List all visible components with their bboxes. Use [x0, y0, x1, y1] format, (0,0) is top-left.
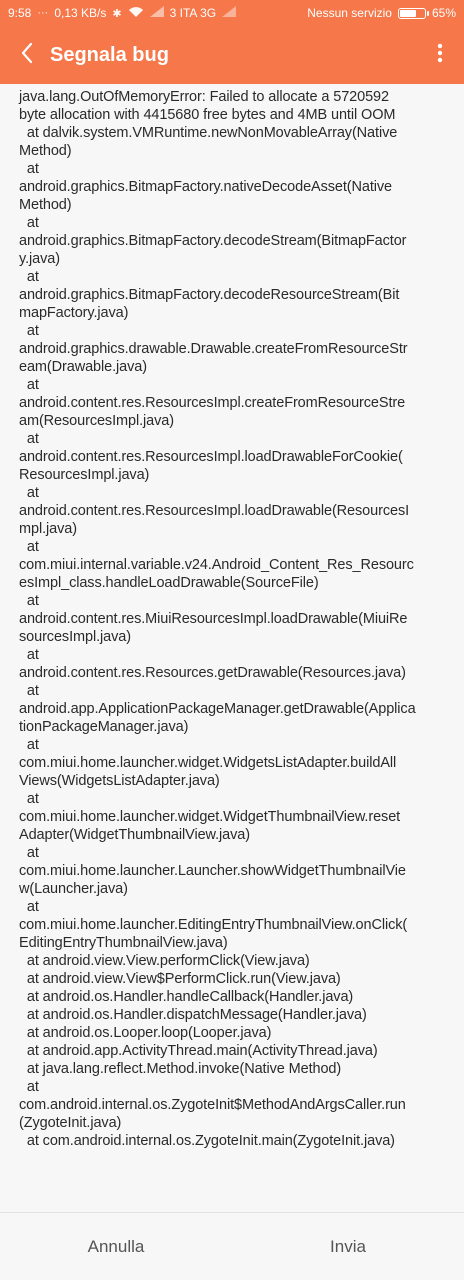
log-line: at	[19, 377, 39, 393]
service-label: Nessun servizio	[307, 6, 392, 20]
log-line: Method)	[19, 197, 72, 213]
log-line: (ZygoteInit.java)	[19, 1115, 122, 1131]
log-line: at	[19, 485, 39, 501]
more-vert-icon	[437, 43, 443, 68]
log-line: android.graphics.BitmapFactory.decodeStr…	[19, 233, 407, 249]
log-line: android.content.res.Resources.getDrawabl…	[19, 665, 406, 681]
log-line: com.miui.home.launcher.widget.WidgetsLis…	[19, 755, 397, 771]
log-line: byte allocation with 4415680 free bytes …	[19, 107, 396, 123]
log-line: mpl.java)	[19, 521, 77, 537]
log-line: at dalvik.system.VMRuntime.newNonMovable…	[19, 125, 398, 141]
back-arrow-icon	[19, 42, 35, 69]
log-line: android.app.ApplicationPackageManager.ge…	[19, 701, 416, 717]
wifi-icon	[128, 6, 144, 21]
log-line: android.content.res.ResourcesImpl.loadDr…	[19, 449, 403, 465]
log-line: at android.view.View$PerformClick.run(Vi…	[19, 971, 341, 987]
status-bar-left: 9:58 ··· 0,13 KB/s ✱ 3 ITA 3G	[8, 6, 307, 21]
log-line: at	[19, 791, 39, 807]
notification-dots-icon: ···	[37, 7, 49, 19]
log-line: at	[19, 215, 39, 231]
log-line: EditingEntryThumbnailView.java)	[19, 935, 228, 951]
log-line: at	[19, 269, 39, 285]
log-line: sourcesImpl.java)	[19, 629, 131, 645]
log-line: at	[19, 593, 39, 609]
log-line: at	[19, 431, 39, 447]
page-title: Segnala bug	[50, 43, 169, 66]
log-line: android.content.res.ResourcesImpl.create…	[19, 395, 406, 411]
log-line: android.graphics.drawable.Drawable.creat…	[19, 341, 408, 357]
log-line: android.graphics.BitmapFactory.nativeDec…	[19, 179, 393, 195]
log-line: mapFactory.java)	[19, 305, 129, 321]
log-line: tionPackageManager.java)	[19, 719, 189, 735]
network-speed: 0,13 KB/s	[54, 6, 107, 20]
log-line: at android.os.Handler.handleCallback(Han…	[19, 989, 354, 1005]
log-line: java.lang.OutOfMemoryError: Failed to al…	[19, 89, 389, 105]
battery-icon	[397, 7, 429, 19]
log-line: at	[19, 161, 39, 177]
log-line: Views(WidgetsListAdapter.java)	[19, 773, 220, 789]
log-line: com.miui.internal.variable.v24.Android_C…	[19, 557, 414, 573]
log-line: android.content.res.ResourcesImpl.loadDr…	[19, 503, 410, 519]
log-line: esImpl_class.handleLoadDrawable(SourceFi…	[19, 575, 319, 591]
status-time: 9:58	[8, 6, 32, 20]
log-line: at	[19, 737, 39, 753]
bottom-action-bar: Annulla Invia	[0, 1212, 464, 1280]
log-line: at	[19, 683, 39, 699]
log-line: at	[19, 899, 39, 915]
log-line: at	[19, 539, 39, 555]
log-line: at java.lang.reflect.Method.invoke(Nativ…	[19, 1061, 342, 1077]
app-bar: Segnala bug	[0, 26, 464, 84]
log-line: w(Launcher.java)	[19, 881, 128, 897]
log-line: at android.app.ActivityThread.main(Activ…	[19, 1043, 378, 1059]
no-signal-icon	[222, 6, 237, 20]
status-bar-right: Nessun servizio 65%	[307, 6, 456, 20]
log-line: am(ResourcesImpl.java)	[19, 413, 174, 429]
overflow-menu-button[interactable]	[416, 26, 464, 84]
status-bar: 9:58 ··· 0,13 KB/s ✱ 3 ITA 3G Nessun ser…	[0, 0, 464, 26]
log-line: eam(Drawable.java)	[19, 359, 147, 375]
log-line: com.miui.home.launcher.EditingEntryThumb…	[19, 917, 408, 933]
log-line: at	[19, 647, 39, 663]
log-line: at android.os.Handler.dispatchMessage(Ha…	[19, 1007, 367, 1023]
log-line: y.java)	[19, 251, 60, 267]
log-line: at android.os.Looper.loop(Looper.java)	[19, 1025, 272, 1041]
log-line: android.graphics.BitmapFactory.decodeRes…	[19, 287, 400, 303]
log-line: com.android.internal.os.ZygoteInit$Metho…	[19, 1097, 406, 1113]
log-line: com.miui.home.launcher.Launcher.showWidg…	[19, 863, 406, 879]
signal-icon	[149, 6, 164, 20]
log-line: at	[19, 1079, 39, 1095]
bug-report-text[interactable]: java.lang.OutOfMemoryError: Failed to al…	[19, 88, 449, 1150]
log-line: com.miui.home.launcher.widget.WidgetThum…	[19, 809, 401, 825]
log-line: android.content.res.MiuiResourcesImpl.lo…	[19, 611, 408, 627]
log-line: Adapter(WidgetThumbnailView.java)	[19, 827, 250, 843]
back-button[interactable]	[0, 26, 54, 84]
log-line: at android.view.View.performClick(View.j…	[19, 953, 310, 969]
send-button[interactable]: Invia	[232, 1213, 464, 1280]
log-line: at	[19, 845, 39, 861]
log-line: ResourcesImpl.java)	[19, 467, 150, 483]
cancel-button[interactable]: Annulla	[0, 1213, 232, 1280]
bluetooth-icon: ✱	[112, 7, 122, 20]
log-line: at	[19, 323, 39, 339]
battery-percent: 65%	[431, 6, 456, 20]
log-line: Method)	[19, 143, 72, 159]
carrier-label: 3 ITA 3G	[169, 6, 217, 20]
log-line: at com.android.internal.os.ZygoteInit.ma…	[19, 1133, 395, 1149]
